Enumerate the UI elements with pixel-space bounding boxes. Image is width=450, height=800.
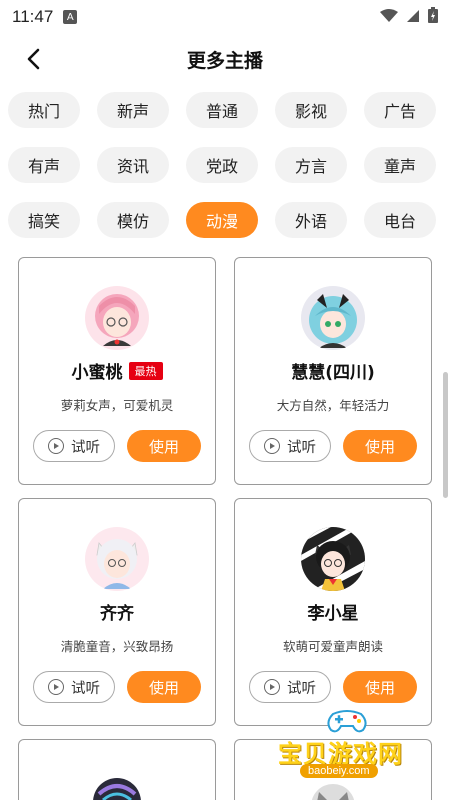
voice-card[interactable]: 齐齐 清脆童音，兴致昂扬 试听 使用	[18, 498, 216, 726]
play-icon	[48, 679, 64, 695]
listen-button[interactable]: 试听	[33, 671, 115, 703]
voice-name: 小蜜桃	[71, 363, 123, 383]
watermark-logo: 宝贝游戏网 baobeiy.com	[270, 706, 420, 796]
chip-news[interactable]: 资讯	[97, 147, 169, 183]
use-button[interactable]: 使用	[343, 671, 417, 703]
listen-label: 试听	[71, 680, 100, 697]
hot-badge: 最热	[128, 361, 163, 380]
card-name-row: 齐齐	[19, 599, 215, 624]
listen-label: 试听	[71, 439, 100, 456]
chip-hot[interactable]: 热门	[8, 92, 80, 128]
battery-icon	[428, 7, 438, 27]
voice-name: 齐齐	[100, 604, 134, 624]
use-button[interactable]: 使用	[127, 671, 201, 703]
play-icon	[264, 438, 280, 454]
back-button[interactable]	[18, 44, 48, 74]
chip-row: 热门 新声 普通 影视 广告	[0, 92, 450, 128]
card-name-row: 慧慧(四川)	[235, 358, 431, 383]
category-chips: 热门 新声 普通 影视 广告 有声 资讯 党政 方言 童声 搞笑 模仿 动漫 外…	[0, 92, 450, 257]
chip-film[interactable]: 影视	[275, 92, 347, 128]
avatar	[301, 527, 365, 591]
chip-dialect[interactable]: 方言	[275, 147, 347, 183]
voice-description: 清脆童音，兴致昂扬	[60, 639, 174, 654]
chip-radio[interactable]: 电台	[364, 202, 436, 238]
gamepad-icon	[327, 710, 367, 733]
voice-card[interactable]: 慧慧(四川) 大方自然，年轻活力 试听 使用	[234, 257, 432, 485]
avatar	[85, 527, 149, 591]
chip-funny[interactable]: 搞笑	[8, 202, 80, 238]
back-arrow-icon	[27, 48, 40, 70]
chip-foreign[interactable]: 外语	[275, 202, 347, 238]
play-icon	[264, 679, 280, 695]
chip-normal[interactable]: 普通	[186, 92, 258, 128]
card-name-row: 李小星	[235, 599, 431, 624]
voice-name: 李小星	[307, 604, 359, 624]
status-time: 11:47	[12, 7, 54, 26]
chip-anime[interactable]: 动漫	[186, 202, 258, 238]
voice-description: 大方自然，年轻活力	[276, 398, 390, 413]
header: 更多主播	[0, 34, 450, 84]
voice-description: 萝莉女声，可爱机灵	[60, 398, 174, 413]
avatar	[85, 770, 149, 800]
chip-new-voice[interactable]: 新声	[97, 92, 169, 128]
status-bar: 11:47 A	[0, 0, 450, 34]
chip-imitate[interactable]: 模仿	[97, 202, 169, 238]
listen-label: 试听	[287, 680, 316, 697]
avatar	[85, 286, 149, 350]
play-icon	[48, 438, 64, 454]
watermark-url: baobeiy.com	[300, 764, 378, 778]
chip-audiobook[interactable]: 有声	[8, 147, 80, 183]
use-button[interactable]: 使用	[343, 430, 417, 462]
listen-label: 试听	[287, 439, 316, 456]
notification-icon: A	[63, 10, 78, 24]
chip-child-voice[interactable]: 童声	[364, 147, 436, 183]
chip-party[interactable]: 党政	[186, 147, 258, 183]
card-name-row: 小蜜桃 最热	[19, 358, 215, 383]
listen-button[interactable]: 试听	[249, 671, 331, 703]
chip-row: 搞笑 模仿 动漫 外语 电台	[0, 202, 450, 238]
use-button[interactable]: 使用	[127, 430, 201, 462]
wifi-icon	[380, 8, 398, 27]
voice-card[interactable]: 李小星 软萌可爱童声朗读 试听 使用	[234, 498, 432, 726]
voice-card[interactable]	[18, 739, 216, 800]
status-icons	[380, 7, 438, 27]
voice-card[interactable]: 小蜜桃 最热 萝莉女声，可爱机灵 试听 使用	[18, 257, 216, 485]
signal-icon	[406, 8, 420, 27]
chip-row: 有声 资讯 党政 方言 童声	[0, 147, 450, 183]
chip-ads[interactable]: 广告	[364, 92, 436, 128]
avatar	[301, 286, 365, 350]
scrollbar[interactable]	[443, 372, 448, 498]
listen-button[interactable]: 试听	[33, 430, 115, 462]
listen-button[interactable]: 试听	[249, 430, 331, 462]
page-title: 更多主播	[186, 49, 263, 72]
voice-name: 慧慧(四川)	[291, 363, 375, 383]
voice-description: 软萌可爱童声朗读	[282, 639, 383, 654]
